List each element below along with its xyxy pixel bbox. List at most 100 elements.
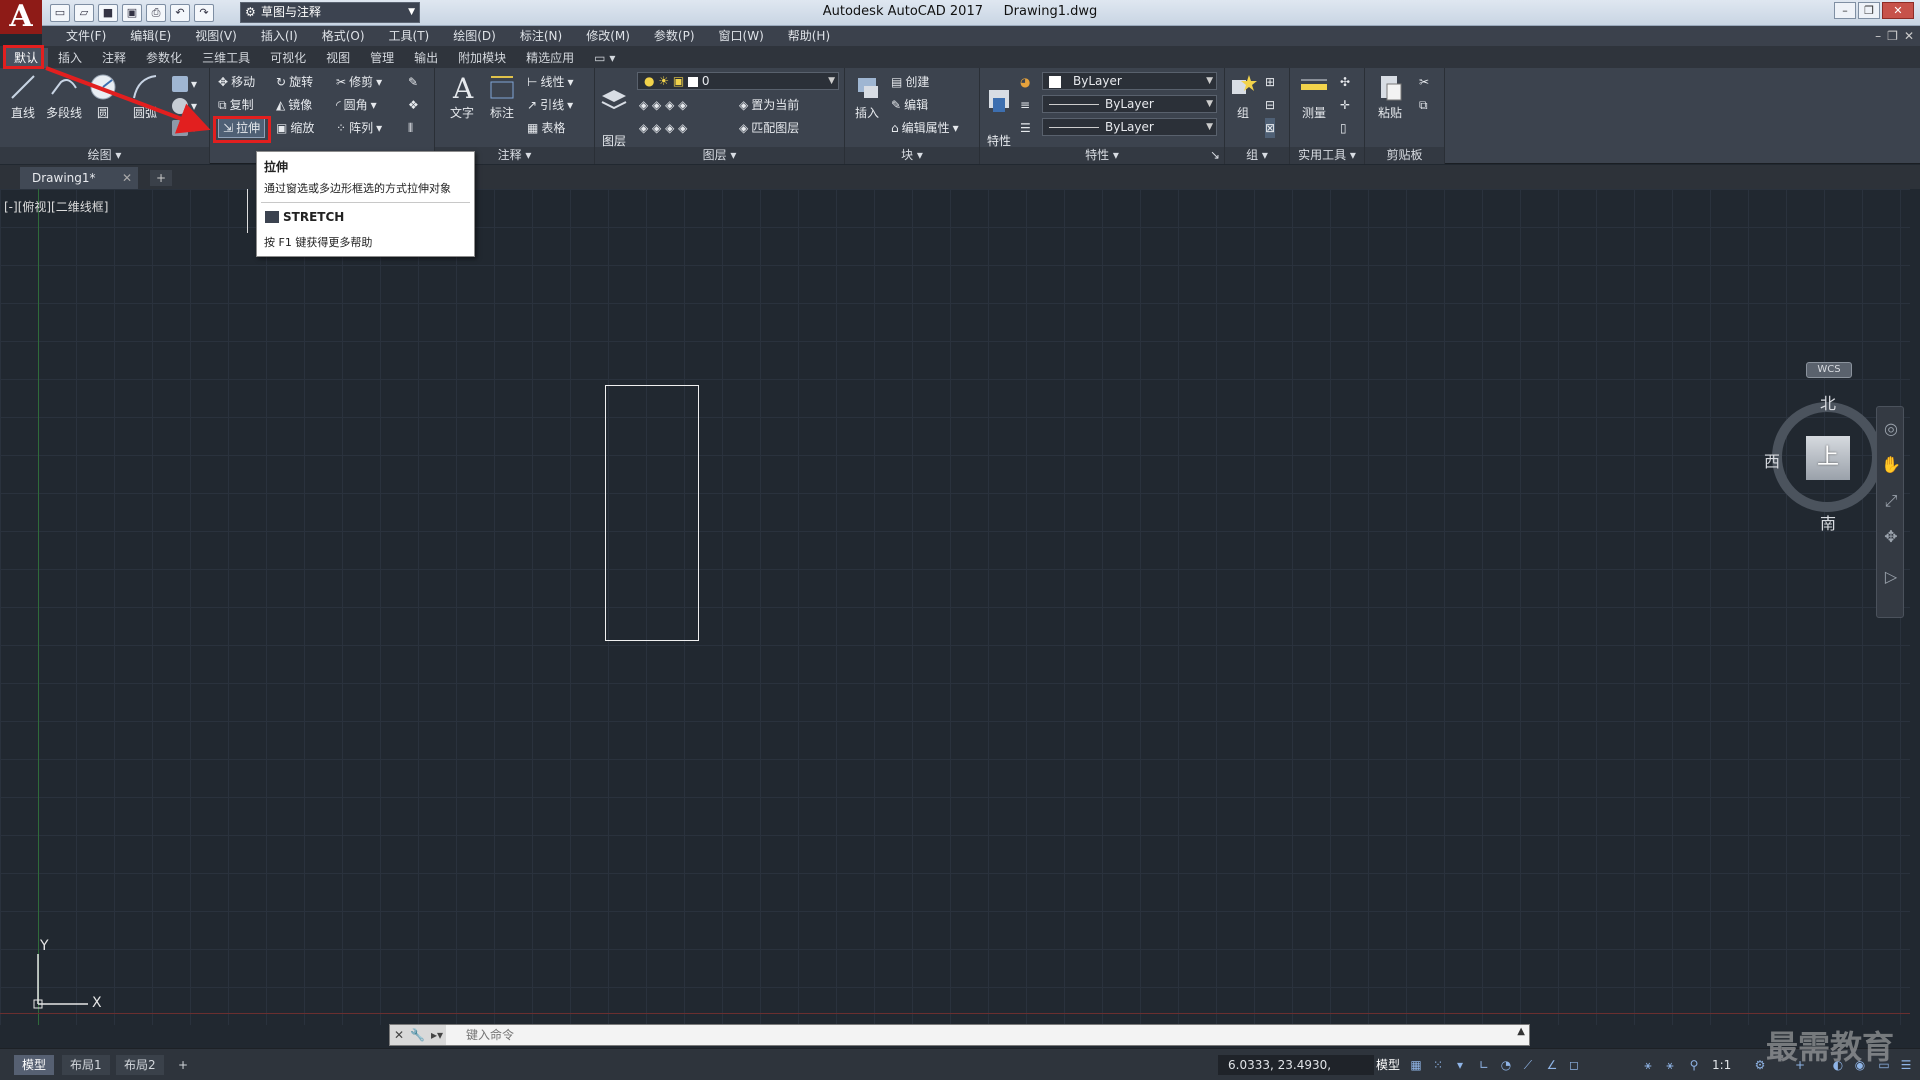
command-prompt-icon[interactable]: ▸▾: [431, 1028, 443, 1042]
utilities-panel-label[interactable]: 实用工具 ▾: [1290, 147, 1364, 164]
wcs-menu-button[interactable]: WCS: [1806, 362, 1852, 378]
maximize-button[interactable]: ❐: [1858, 2, 1880, 19]
ribbon-options-button[interactable]: ▭ ▾: [584, 48, 625, 68]
menu-modify[interactable]: 修改(M): [574, 26, 642, 46]
mirror-button[interactable]: ◭ 镜像: [276, 95, 312, 115]
hardware-acceleration-icon[interactable]: ◉: [1852, 1057, 1868, 1073]
panel-launcher-icon[interactable]: ↘: [1210, 147, 1220, 164]
workspace-gear-icon[interactable]: ⚙: [1752, 1057, 1768, 1073]
groups-panel-label[interactable]: 组 ▾: [1225, 147, 1289, 164]
menu-insert[interactable]: 插入(I): [249, 26, 310, 46]
paste-button[interactable]: 粘贴: [1373, 72, 1407, 121]
tab-add-ins[interactable]: 附加模块: [448, 48, 516, 68]
tab-output[interactable]: 输出: [404, 48, 448, 68]
lineweight-icon-button[interactable]: ☰: [1020, 118, 1031, 138]
line-button[interactable]: 直线: [6, 72, 40, 121]
isolate-objects-icon[interactable]: ◐: [1830, 1057, 1846, 1073]
array-button[interactable]: ⁘ 阵列 ▾: [336, 118, 382, 138]
zoom-extents-icon[interactable]: ⤢: [1881, 491, 1901, 511]
close-icon[interactable]: ✕: [394, 1028, 404, 1042]
match-layer-button[interactable]: ◈ 匹配图层: [739, 118, 799, 138]
menu-parametric[interactable]: 参数(P): [642, 26, 707, 46]
viewcube-top-face[interactable]: 上: [1806, 436, 1850, 480]
edit-attributes-button[interactable]: ⌂ 编辑属性 ▾: [891, 118, 959, 138]
tab-manage[interactable]: 管理: [360, 48, 404, 68]
menu-tools[interactable]: 工具(T): [377, 26, 442, 46]
object-snap-tracking-icon[interactable]: ∠: [1544, 1057, 1560, 1073]
point-button[interactable]: ✛: [1340, 95, 1350, 115]
menu-draw[interactable]: 绘图(D): [441, 26, 508, 46]
viewport-controls[interactable]: [-][俯视][二维线框]: [4, 198, 108, 215]
new-icon[interactable]: ▭: [50, 4, 70, 22]
circle-button[interactable]: 圆: [88, 72, 118, 121]
new-drawing-tab-button[interactable]: +: [150, 170, 172, 186]
layer-dropdown[interactable]: ● ☀ ▣ 0 ▼: [637, 72, 839, 90]
tab-annotate[interactable]: 注释: [92, 48, 136, 68]
edit-block-button[interactable]: ✎ 编辑: [891, 95, 928, 115]
quick-select-button[interactable]: ✣: [1340, 72, 1350, 92]
rectangle-tool-button[interactable]: ▾: [172, 74, 197, 94]
linetype-icon-button[interactable]: ≡: [1020, 95, 1030, 115]
rotate-button[interactable]: ↻ 旋转: [276, 72, 313, 92]
measure-button[interactable]: 测量: [1296, 72, 1332, 121]
hatch-button[interactable]: ▾: [172, 118, 197, 138]
command-history-icon[interactable]: ▲: [1517, 1026, 1525, 1037]
draw-panel-label[interactable]: 绘图 ▾: [0, 147, 209, 164]
layer-tools-row1[interactable]: ◈ ◈ ◈ ◈: [639, 95, 687, 115]
wrench-icon[interactable]: 🔧: [410, 1028, 425, 1042]
layer-tools-row2[interactable]: ◈ ◈ ◈ ◈: [639, 118, 687, 138]
arc-button[interactable]: 圆弧: [128, 72, 162, 121]
group-button[interactable]: 组: [1229, 72, 1257, 121]
drawing-canvas[interactable]: [-][俯视][二维线框] Y X 上 北 南 东 西 WCS ◎ ✋ ⤢ ✥ …: [0, 189, 1910, 1025]
erase-button[interactable]: ✎: [408, 72, 418, 92]
linear-dim-button[interactable]: ⊢ 线性 ▾: [527, 72, 574, 92]
trim-button[interactable]: ✂ 修剪 ▾: [336, 72, 382, 92]
tab-featured-apps[interactable]: 精选应用: [516, 48, 584, 68]
insert-block-button[interactable]: 插入: [849, 72, 885, 121]
menu-file[interactable]: 文件(F): [54, 26, 118, 46]
showmotion-icon[interactable]: ▷: [1881, 567, 1901, 587]
tab-model[interactable]: 模型: [14, 1055, 55, 1075]
doc-close-button[interactable]: ✕: [1904, 26, 1914, 46]
color-dropdown[interactable]: ByLayer ▼: [1042, 72, 1217, 90]
explode-button[interactable]: ❖: [408, 95, 419, 115]
annotation-scale[interactable]: 1:1: [1712, 1055, 1731, 1075]
annotation-scale-icon[interactable]: ⚲: [1686, 1057, 1702, 1073]
add-layout-button[interactable]: +: [170, 1055, 196, 1075]
orbit-icon[interactable]: ✥: [1881, 527, 1901, 547]
clipboard-panel-label[interactable]: 剪贴板: [1365, 147, 1444, 164]
fillet-button[interactable]: ◜ 圆角 ▾: [336, 95, 377, 115]
layers-panel-label[interactable]: 图层 ▾: [595, 147, 844, 164]
color-wheel-button[interactable]: ◕: [1020, 72, 1030, 92]
workspace-dropdown[interactable]: ⚙ 草图与注释 ▼: [240, 2, 420, 23]
block-panel-label[interactable]: 块 ▾: [845, 147, 979, 164]
cut-button[interactable]: ✂: [1419, 72, 1429, 92]
minimize-button[interactable]: –: [1834, 2, 1856, 19]
menu-dimension[interactable]: 标注(N): [508, 26, 574, 46]
close-icon[interactable]: ✕: [122, 167, 132, 189]
isometric-icon[interactable]: ⟋: [1520, 1057, 1536, 1073]
tab-3d-tools[interactable]: 三维工具: [192, 48, 260, 68]
clean-screen-icon[interactable]: ▭: [1876, 1057, 1892, 1073]
coordinates-display[interactable]: 6.0333, 23.4930, 0.0000: [1218, 1055, 1374, 1080]
polar-icon[interactable]: ◔: [1498, 1057, 1514, 1073]
tab-layout1[interactable]: 布局1: [62, 1055, 110, 1075]
properties-panel-label[interactable]: 特性 ▾ ↘: [980, 147, 1224, 164]
tab-view[interactable]: 视图: [316, 48, 360, 68]
save-as-icon[interactable]: ▣: [122, 4, 142, 22]
tab-insert[interactable]: 插入: [48, 48, 92, 68]
auto-scale-icon[interactable]: ⚹: [1662, 1057, 1678, 1073]
grid-icon[interactable]: ▦: [1408, 1057, 1424, 1073]
tab-default[interactable]: 默认: [4, 48, 49, 68]
application-menu-button[interactable]: A: [0, 0, 42, 34]
model-space-toggle[interactable]: 模型: [1376, 1055, 1400, 1075]
stretch-button[interactable]: ⇲ 拉伸: [218, 118, 266, 138]
add-icon[interactable]: +: [1792, 1057, 1808, 1073]
snap-icon[interactable]: ⁙: [1430, 1057, 1446, 1073]
tab-parametric[interactable]: 参数化: [136, 48, 192, 68]
compass-north[interactable]: 北: [1820, 390, 1836, 414]
dimension-button[interactable]: 标注: [487, 72, 517, 121]
text-button[interactable]: A 文字: [447, 72, 477, 121]
chevron-down-icon[interactable]: ▾: [1452, 1057, 1468, 1073]
menu-window[interactable]: 窗口(W): [707, 26, 776, 46]
